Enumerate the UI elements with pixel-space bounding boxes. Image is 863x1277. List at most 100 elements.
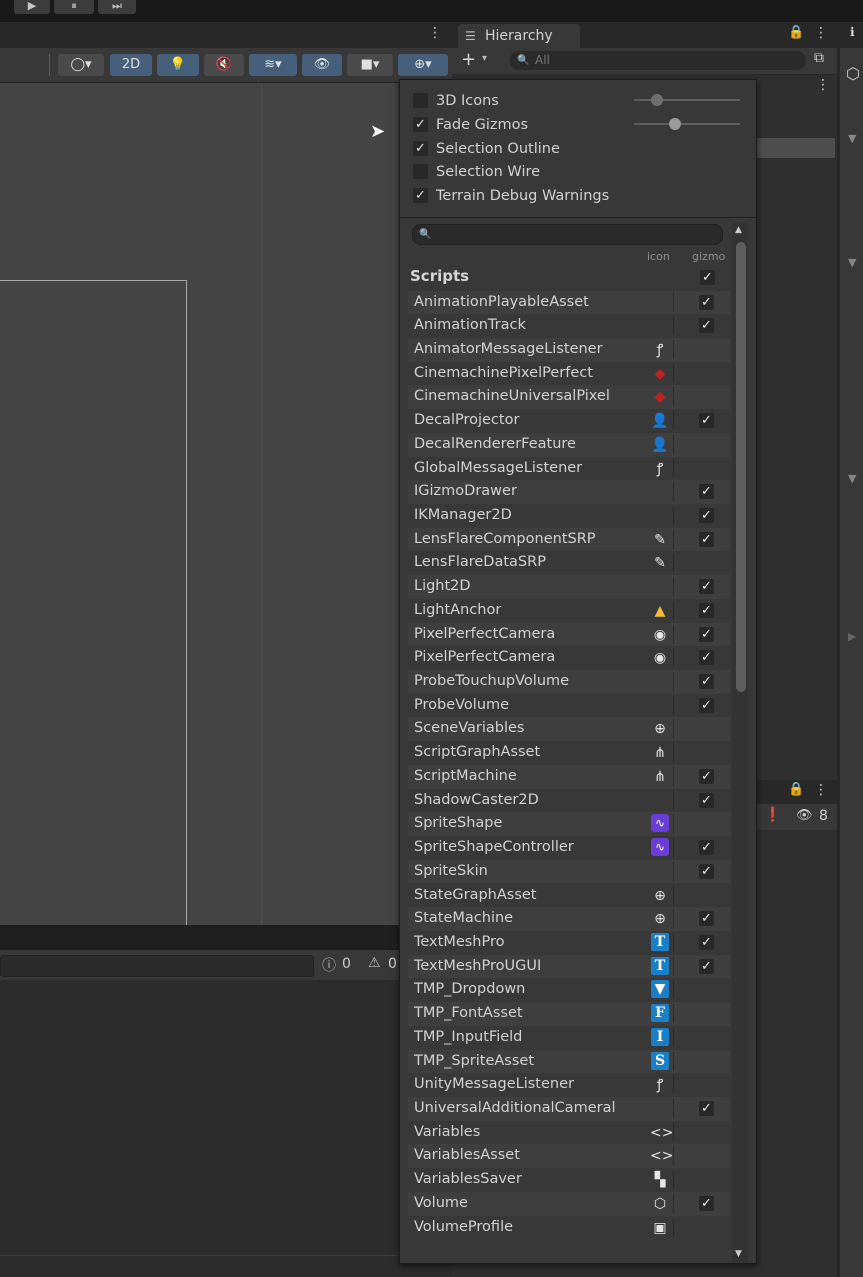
scene-more-icon[interactable]: ⋮ <box>816 77 830 93</box>
expand-arrow-icon[interactable]: ▶ <box>848 630 856 643</box>
graph-icon[interactable]: ⋔ <box>650 743 670 763</box>
gizmo-checkbox[interactable]: ✓ <box>699 840 714 856</box>
gizmo-checkbox[interactable]: ✓ <box>699 579 714 595</box>
gizmo-checkbox[interactable]: ✓ <box>699 318 714 334</box>
script-row[interactable]: TMP_FontAsset F <box>408 1002 730 1026</box>
script-row[interactable]: SpriteSkin ✓ <box>408 859 730 884</box>
project-more-icon[interactable]: ⋮ <box>814 782 828 798</box>
gizmos-button[interactable]: ⊕▾ <box>398 54 448 76</box>
volume-profile-icon[interactable]: ▣ <box>650 1218 670 1238</box>
script-row[interactable]: LensFlareComponentSRP ✎ ✓ <box>408 527 730 552</box>
script-row[interactable]: LightAnchor ▲ ✓ <box>408 599 730 623</box>
script-row[interactable]: TMP_Dropdown ▼ <box>408 978 730 1002</box>
gizmo-checkbox[interactable]: ✓ <box>699 531 714 547</box>
gizmo-checkbox[interactable]: ✓ <box>699 863 714 879</box>
hierarchy-search-input[interactable]: 🔍 All <box>510 51 806 70</box>
lock-icon[interactable]: 🔒 <box>788 782 804 797</box>
script-row[interactable]: UniversalAdditionalCameral ✓ <box>408 1096 730 1121</box>
scene-more-icon[interactable]: ⋮ <box>428 25 442 41</box>
checkbox[interactable]: ✓ <box>413 116 428 132</box>
script-row[interactable]: CinemachineUniversalPixel ◆ <box>408 385 730 410</box>
cinemachine-icon[interactable]: ◆ <box>650 387 670 407</box>
lightanchor-icon[interactable]: ▲ <box>650 601 670 621</box>
script-row[interactable]: LensFlareDataSRP ✎ <box>408 551 730 575</box>
icon-size-slider-knob[interactable] <box>651 94 663 106</box>
script-row[interactable]: DecalProjector 👤 ✓ <box>408 409 730 433</box>
script-row[interactable]: TMP_InputField I <box>408 1026 730 1050</box>
add-button[interactable]: + <box>461 49 476 70</box>
collapse-arrow-icon[interactable]: ▼ <box>848 472 856 485</box>
tab-hierarchy[interactable]: ☰ Hierarchy <box>458 24 580 48</box>
step-icon[interactable]: ⏭ <box>98 0 136 14</box>
tmp-input-icon[interactable]: I <box>651 1027 669 1046</box>
script-row[interactable]: StateGraphAsset ⊕ <box>408 884 730 908</box>
ear-icon[interactable]: ꝭ <box>650 1075 670 1095</box>
script-row[interactable]: AnimationPlayableAsset ✓ <box>408 290 730 315</box>
decal-icon[interactable]: 👤 <box>650 411 670 431</box>
gizmo-checkbox[interactable]: ✓ <box>699 697 714 713</box>
script-row[interactable]: SceneVariables ⊕ <box>408 717 730 742</box>
script-row[interactable]: SpriteShapeController ∿ ✓ <box>408 836 730 860</box>
scene-variables-icon[interactable]: ⊕ <box>650 719 670 739</box>
gizmo-checkbox[interactable]: ✓ <box>699 294 714 310</box>
spriteshape-icon[interactable]: ∿ <box>651 838 669 857</box>
play-icon[interactable]: ▶ <box>14 0 50 14</box>
tmp-text-icon[interactable]: T <box>651 956 669 975</box>
gizmo-checkbox[interactable]: ✓ <box>699 602 714 618</box>
state-icon[interactable]: ⊕ <box>650 886 670 906</box>
script-row[interactable]: TextMeshProUGUI T ✓ <box>408 954 730 979</box>
script-row[interactable]: PixelPerfectCamera ◉ ✓ <box>408 622 730 647</box>
alert-icon[interactable]: ❗ <box>764 807 781 823</box>
gizmo-checkbox[interactable]: ✓ <box>699 626 714 642</box>
error-icon[interactable]: ⓘ <box>322 955 336 975</box>
script-row[interactable]: VariablesAsset <> <box>408 1144 730 1169</box>
script-row[interactable]: PixelPerfectCamera ◉ ✓ <box>408 646 730 670</box>
ear-icon[interactable]: ꝭ <box>650 459 670 479</box>
volume-icon[interactable]: ⬡ <box>650 1194 670 1214</box>
script-row[interactable]: TextMeshPro T ✓ <box>408 931 730 955</box>
info-icon[interactable]: ℹ <box>850 25 855 39</box>
script-row[interactable]: ProbeTouchupVolume ✓ <box>408 670 730 694</box>
script-row[interactable]: ScriptGraphAsset ⋔ <box>408 741 730 765</box>
script-row[interactable]: VolumeProfile ▣ <box>408 1216 730 1240</box>
camera-icon[interactable]: ◉ <box>650 648 670 668</box>
add-dropdown-icon[interactable]: ▾ <box>482 53 487 64</box>
tmp-dropdown-icon[interactable]: ▼ <box>651 980 669 999</box>
popup-scrollbar-thumb[interactable] <box>736 242 746 692</box>
script-row[interactable]: ScriptMachine ⋔ ✓ <box>408 764 730 789</box>
checkbox[interactable] <box>413 93 428 108</box>
hierarchy-selected-row[interactable] <box>752 138 835 158</box>
script-row[interactable]: Volume ⬡ ✓ <box>408 1191 730 1216</box>
lighting-toggle-icon[interactable]: 💡 <box>157 54 199 76</box>
scroll-down-icon[interactable]: ▼ <box>735 1249 742 1259</box>
gizmo-checkbox[interactable]: ✓ <box>699 768 714 784</box>
audio-toggle-icon[interactable]: 🔇 <box>204 54 244 76</box>
console-search-input[interactable] <box>0 955 314 977</box>
draw-mode-button[interactable]: ◯▾ <box>58 54 104 76</box>
tmp-font-icon[interactable]: F <box>651 1004 669 1023</box>
script-row[interactable]: Light2D ✓ <box>408 575 730 599</box>
gizmo-checkbox[interactable]: ✓ <box>699 413 714 429</box>
lock-icon[interactable]: 🔒 <box>788 25 804 40</box>
checkbox[interactable] <box>413 164 428 180</box>
collapse-arrow-icon[interactable]: ▼ <box>848 132 856 145</box>
lensflare-icon[interactable]: ✎ <box>650 553 670 573</box>
pause-icon[interactable]: ⏸ <box>54 0 94 14</box>
script-row[interactable]: DecalRendererFeature 👤 <box>408 432 730 457</box>
checkbox[interactable]: ✓ <box>413 188 428 204</box>
gizmo-checkbox[interactable]: ✓ <box>699 650 714 666</box>
script-row[interactable]: UnityMessageListener ꝭ <box>408 1073 730 1097</box>
scroll-up-icon[interactable]: ▲ <box>735 225 742 235</box>
camera-icon[interactable]: ◉ <box>650 625 670 645</box>
warning-icon[interactable]: ⚠ <box>368 955 381 971</box>
script-row[interactable]: StateMachine ⊕ ✓ <box>408 907 730 931</box>
scripts-gizmo-checkbox[interactable]: ✓ <box>700 270 715 285</box>
gizmo-search-input[interactable]: 🔍 <box>412 224 723 245</box>
gizmo-checkbox[interactable]: ✓ <box>699 507 714 523</box>
gizmo-checkbox[interactable]: ✓ <box>699 484 714 500</box>
script-row[interactable]: AnimatorMessageListener ꝭ <box>408 337 730 362</box>
script-row[interactable]: IKManager2D ✓ <box>408 504 730 528</box>
cinemachine-icon[interactable]: ◆ <box>650 364 670 384</box>
checkbox[interactable]: ✓ <box>413 140 428 156</box>
effects-toggle-icon[interactable]: ≋▾ <box>249 54 297 76</box>
